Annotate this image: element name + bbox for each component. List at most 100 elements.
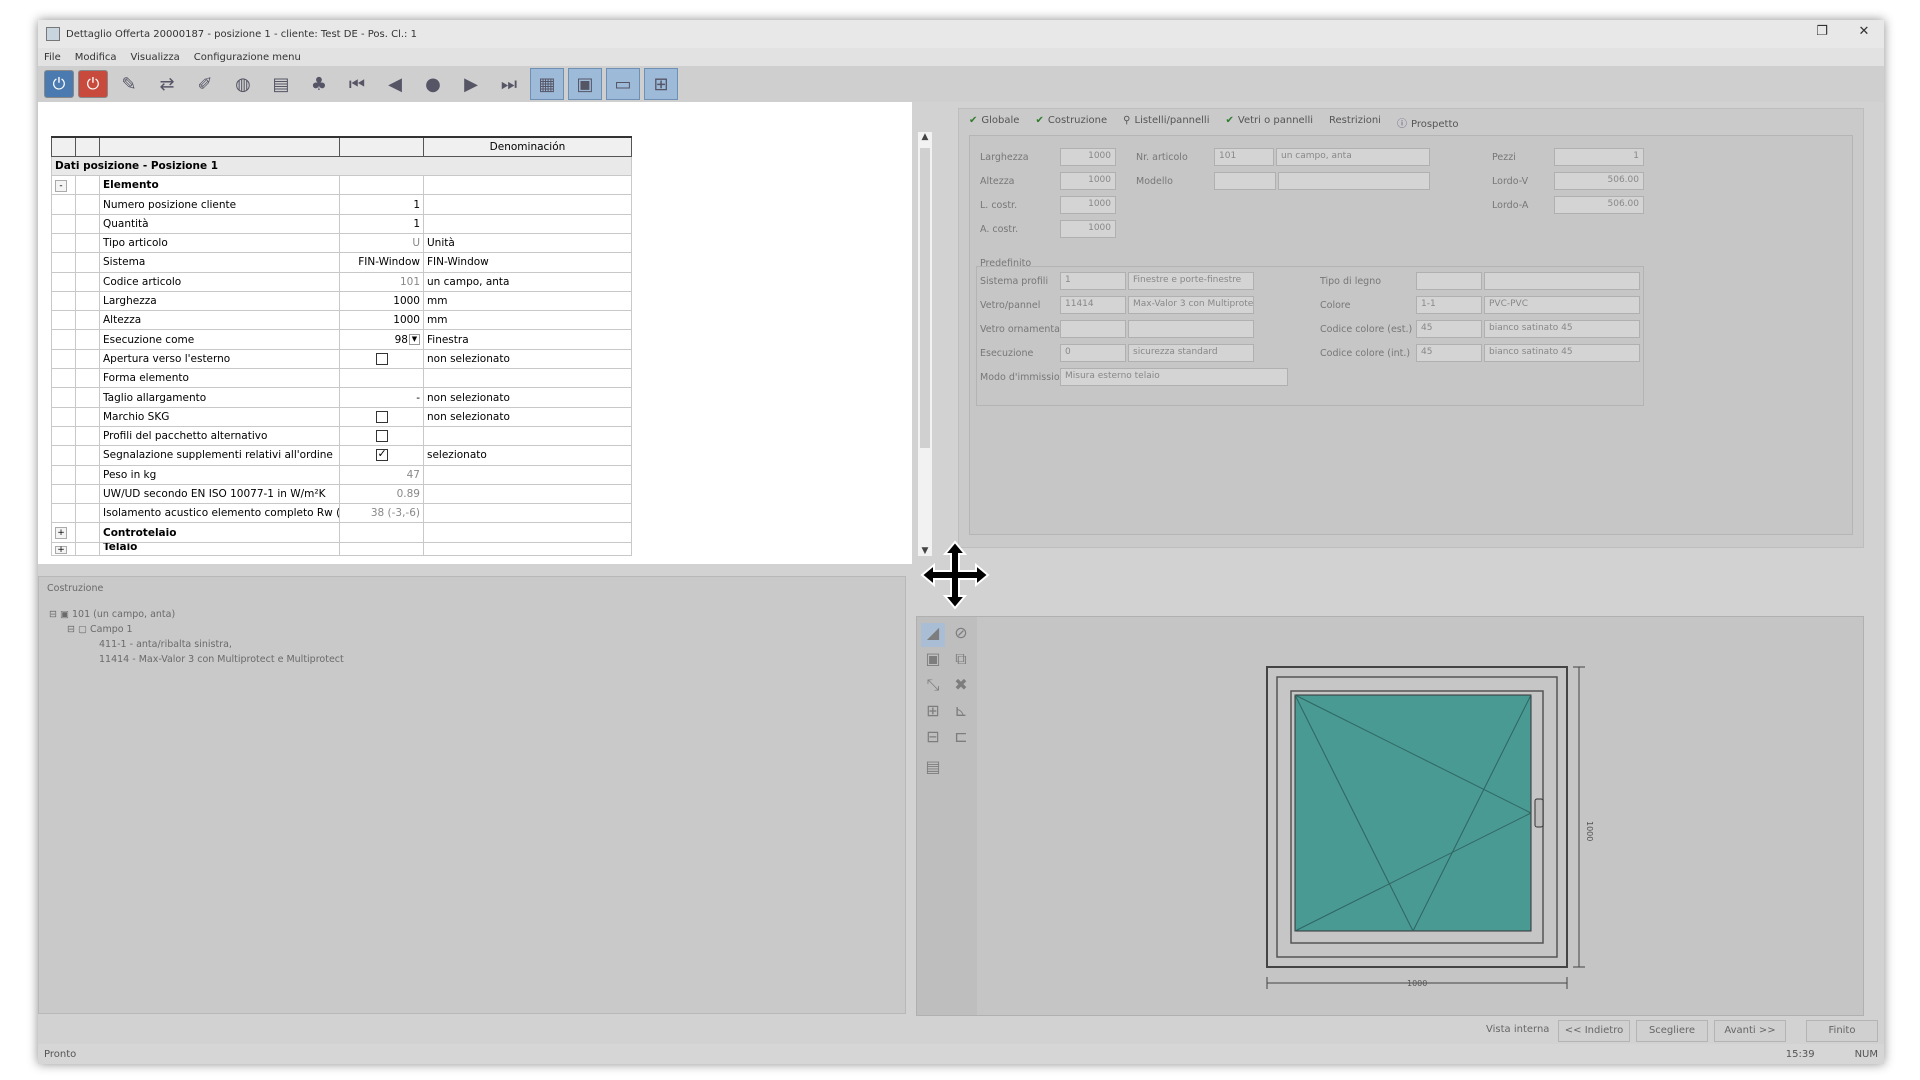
record-icon[interactable]: ●	[416, 68, 450, 100]
monitor-icon[interactable]: ▭	[606, 68, 640, 100]
row-selector[interactable]	[51, 329, 76, 350]
menu-configurazione[interactable]: Configurazione menu	[194, 52, 301, 63]
checkbox[interactable]	[375, 352, 388, 365]
first-icon[interactable]: ⏮	[340, 68, 374, 100]
esecuzione-input[interactable]: 0	[1060, 344, 1126, 362]
expand-button[interactable]: +	[55, 545, 67, 554]
property-value[interactable]: 1000	[339, 290, 424, 312]
table-row[interactable]: Tipo articolo U Unità	[51, 232, 632, 254]
vetro-orn-input[interactable]	[1060, 320, 1126, 338]
power-red-icon[interactable]: ⏻	[78, 70, 108, 98]
restore-button[interactable]: ❐	[1802, 24, 1842, 44]
property-value[interactable]: 1000	[339, 310, 424, 331]
property-value[interactable]: 0.89	[339, 483, 424, 505]
menu-file[interactable]: File	[44, 52, 61, 63]
row-selector[interactable]	[51, 348, 76, 370]
table-row[interactable]: Apertura verso l'esterno non selezionato	[51, 348, 632, 370]
row-selector[interactable]	[51, 194, 76, 215]
modo-select[interactable]: Misura esterno telaio	[1060, 368, 1288, 386]
property-checkbox-cell[interactable]	[339, 348, 424, 370]
prev-icon[interactable]: ◀	[378, 68, 412, 100]
expander-cell[interactable]: +	[51, 522, 76, 543]
table-row[interactable]: Taglio allargamento - non selezionato	[51, 387, 632, 408]
row-selector[interactable]	[51, 387, 76, 408]
colore-input[interactable]: 1-1	[1416, 296, 1482, 314]
row-selector[interactable]	[51, 368, 76, 389]
split-icon[interactable]: ⊞	[921, 701, 945, 725]
next-icon[interactable]: ▶	[454, 68, 488, 100]
cod-int-input[interactable]: 45	[1416, 344, 1482, 362]
align-icon[interactable]: ⊏	[949, 727, 973, 751]
table-row[interactable]: Segnalazione supplementi relativi all'or…	[51, 445, 632, 466]
sistema-profili-input[interactable]: 1	[1060, 272, 1126, 290]
select-tool-icon[interactable]: ◢	[921, 623, 945, 647]
scroll-up-icon[interactable]: ▲	[920, 132, 930, 142]
table-row[interactable]: Peso in kg 47	[51, 464, 632, 485]
expand-button[interactable]: +	[55, 527, 67, 540]
row-selector[interactable]	[51, 445, 76, 466]
close-button[interactable]: ✕	[1844, 24, 1884, 44]
property-value[interactable]: 1	[339, 194, 424, 215]
tab-vetri[interactable]: ✔ Vetri o pannelli	[1225, 115, 1313, 130]
table-row[interactable]: Altezza 1000 mm	[51, 310, 632, 331]
table-row[interactable]: Forma elemento	[51, 368, 632, 389]
chevron-down-icon[interactable]: ▼	[409, 334, 420, 346]
finish-button[interactable]: Finito	[1806, 1020, 1878, 1042]
property-value[interactable]: -	[339, 387, 424, 408]
layout-icon[interactable]: ⊟	[921, 727, 945, 751]
lcostr-input[interactable]: 1000	[1060, 196, 1116, 214]
table-row[interactable]: Numero posizione cliente 1	[51, 194, 632, 215]
last-icon[interactable]: ⏭	[492, 68, 526, 100]
back-button[interactable]: << Indietro	[1558, 1020, 1630, 1042]
collapse-button[interactable]: -	[55, 179, 67, 192]
tree-node[interactable]: ⊟ ▣ 101 (un campo, anta)	[49, 607, 344, 622]
row-selector[interactable]	[51, 310, 76, 331]
modello-input[interactable]	[1214, 172, 1276, 190]
property-value[interactable]: FIN-Window	[339, 252, 424, 273]
table-row[interactable]: Codice articolo 101 un campo, anta	[51, 271, 632, 292]
tab-globale[interactable]: ✔ Globale	[969, 115, 1019, 130]
property-checkbox-cell[interactable]	[339, 425, 424, 447]
menu-modifica[interactable]: Modifica	[75, 52, 117, 63]
cod-est-input[interactable]: 45	[1416, 320, 1482, 338]
property-dropdown[interactable]: 98 ▼	[339, 329, 424, 350]
table-row[interactable]: Quantità 1	[51, 213, 632, 234]
row-selector[interactable]	[51, 464, 76, 485]
checkbox[interactable]	[375, 430, 388, 443]
measure-icon[interactable]: ⊾	[949, 701, 973, 725]
table-row[interactable]: Sistema FIN-Window FIN-Window	[51, 252, 632, 273]
altezza-input[interactable]: 1000	[1060, 172, 1116, 190]
edit-icon[interactable]: ✐	[188, 68, 222, 100]
tipo-legno-input[interactable]	[1416, 272, 1482, 290]
window-tool-icon[interactable]: ▣	[921, 649, 945, 673]
property-value[interactable]: U	[339, 232, 424, 254]
resize-icon[interactable]: ⤡	[921, 675, 945, 699]
table-row[interactable]: UW/UD secondo EN ISO 10077-1 in W/m²K 0.8…	[51, 483, 632, 505]
larghezza-input[interactable]: 1000	[1060, 148, 1116, 166]
tab-listelli[interactable]: ⚲ Listelli/pannelli	[1123, 115, 1209, 130]
table-row[interactable]: Profili del pacchetto alternativo	[51, 425, 632, 447]
property-value[interactable]: 101	[339, 271, 424, 292]
property-value[interactable]: 1	[339, 213, 424, 234]
row-selector[interactable]	[51, 252, 76, 273]
table-row[interactable]: Marchio SKG non selezionato	[51, 406, 632, 427]
tree-node[interactable]: 411-1 - anta/ribalta sinistra,	[49, 637, 344, 652]
tab-costruzione[interactable]: ✔ Costruzione	[1035, 115, 1107, 130]
tree-node[interactable]: ⊟ ▢ Campo 1	[49, 622, 344, 637]
next-button[interactable]: Avanti >>	[1714, 1020, 1786, 1042]
checkbox[interactable]	[375, 410, 388, 423]
row-selector[interactable]	[51, 483, 76, 505]
tab-restrizioni[interactable]: Restrizioni	[1329, 115, 1381, 130]
acostr-input[interactable]: 1000	[1060, 220, 1116, 238]
copy-icon[interactable]: ⧉	[949, 649, 973, 673]
pezzi-input[interactable]: 1	[1554, 148, 1644, 166]
vetro-input[interactable]: 11414	[1060, 296, 1126, 314]
row-selector[interactable]	[51, 406, 76, 427]
forbidden-icon[interactable]: ⊘	[949, 623, 973, 647]
property-value[interactable]	[339, 368, 424, 389]
row-selector[interactable]	[51, 232, 76, 254]
expander-cell[interactable]: +	[51, 541, 76, 556]
checkbox-checked[interactable]	[375, 447, 388, 462]
scroll-thumb[interactable]	[920, 148, 930, 448]
property-value[interactable]: 47	[339, 464, 424, 485]
